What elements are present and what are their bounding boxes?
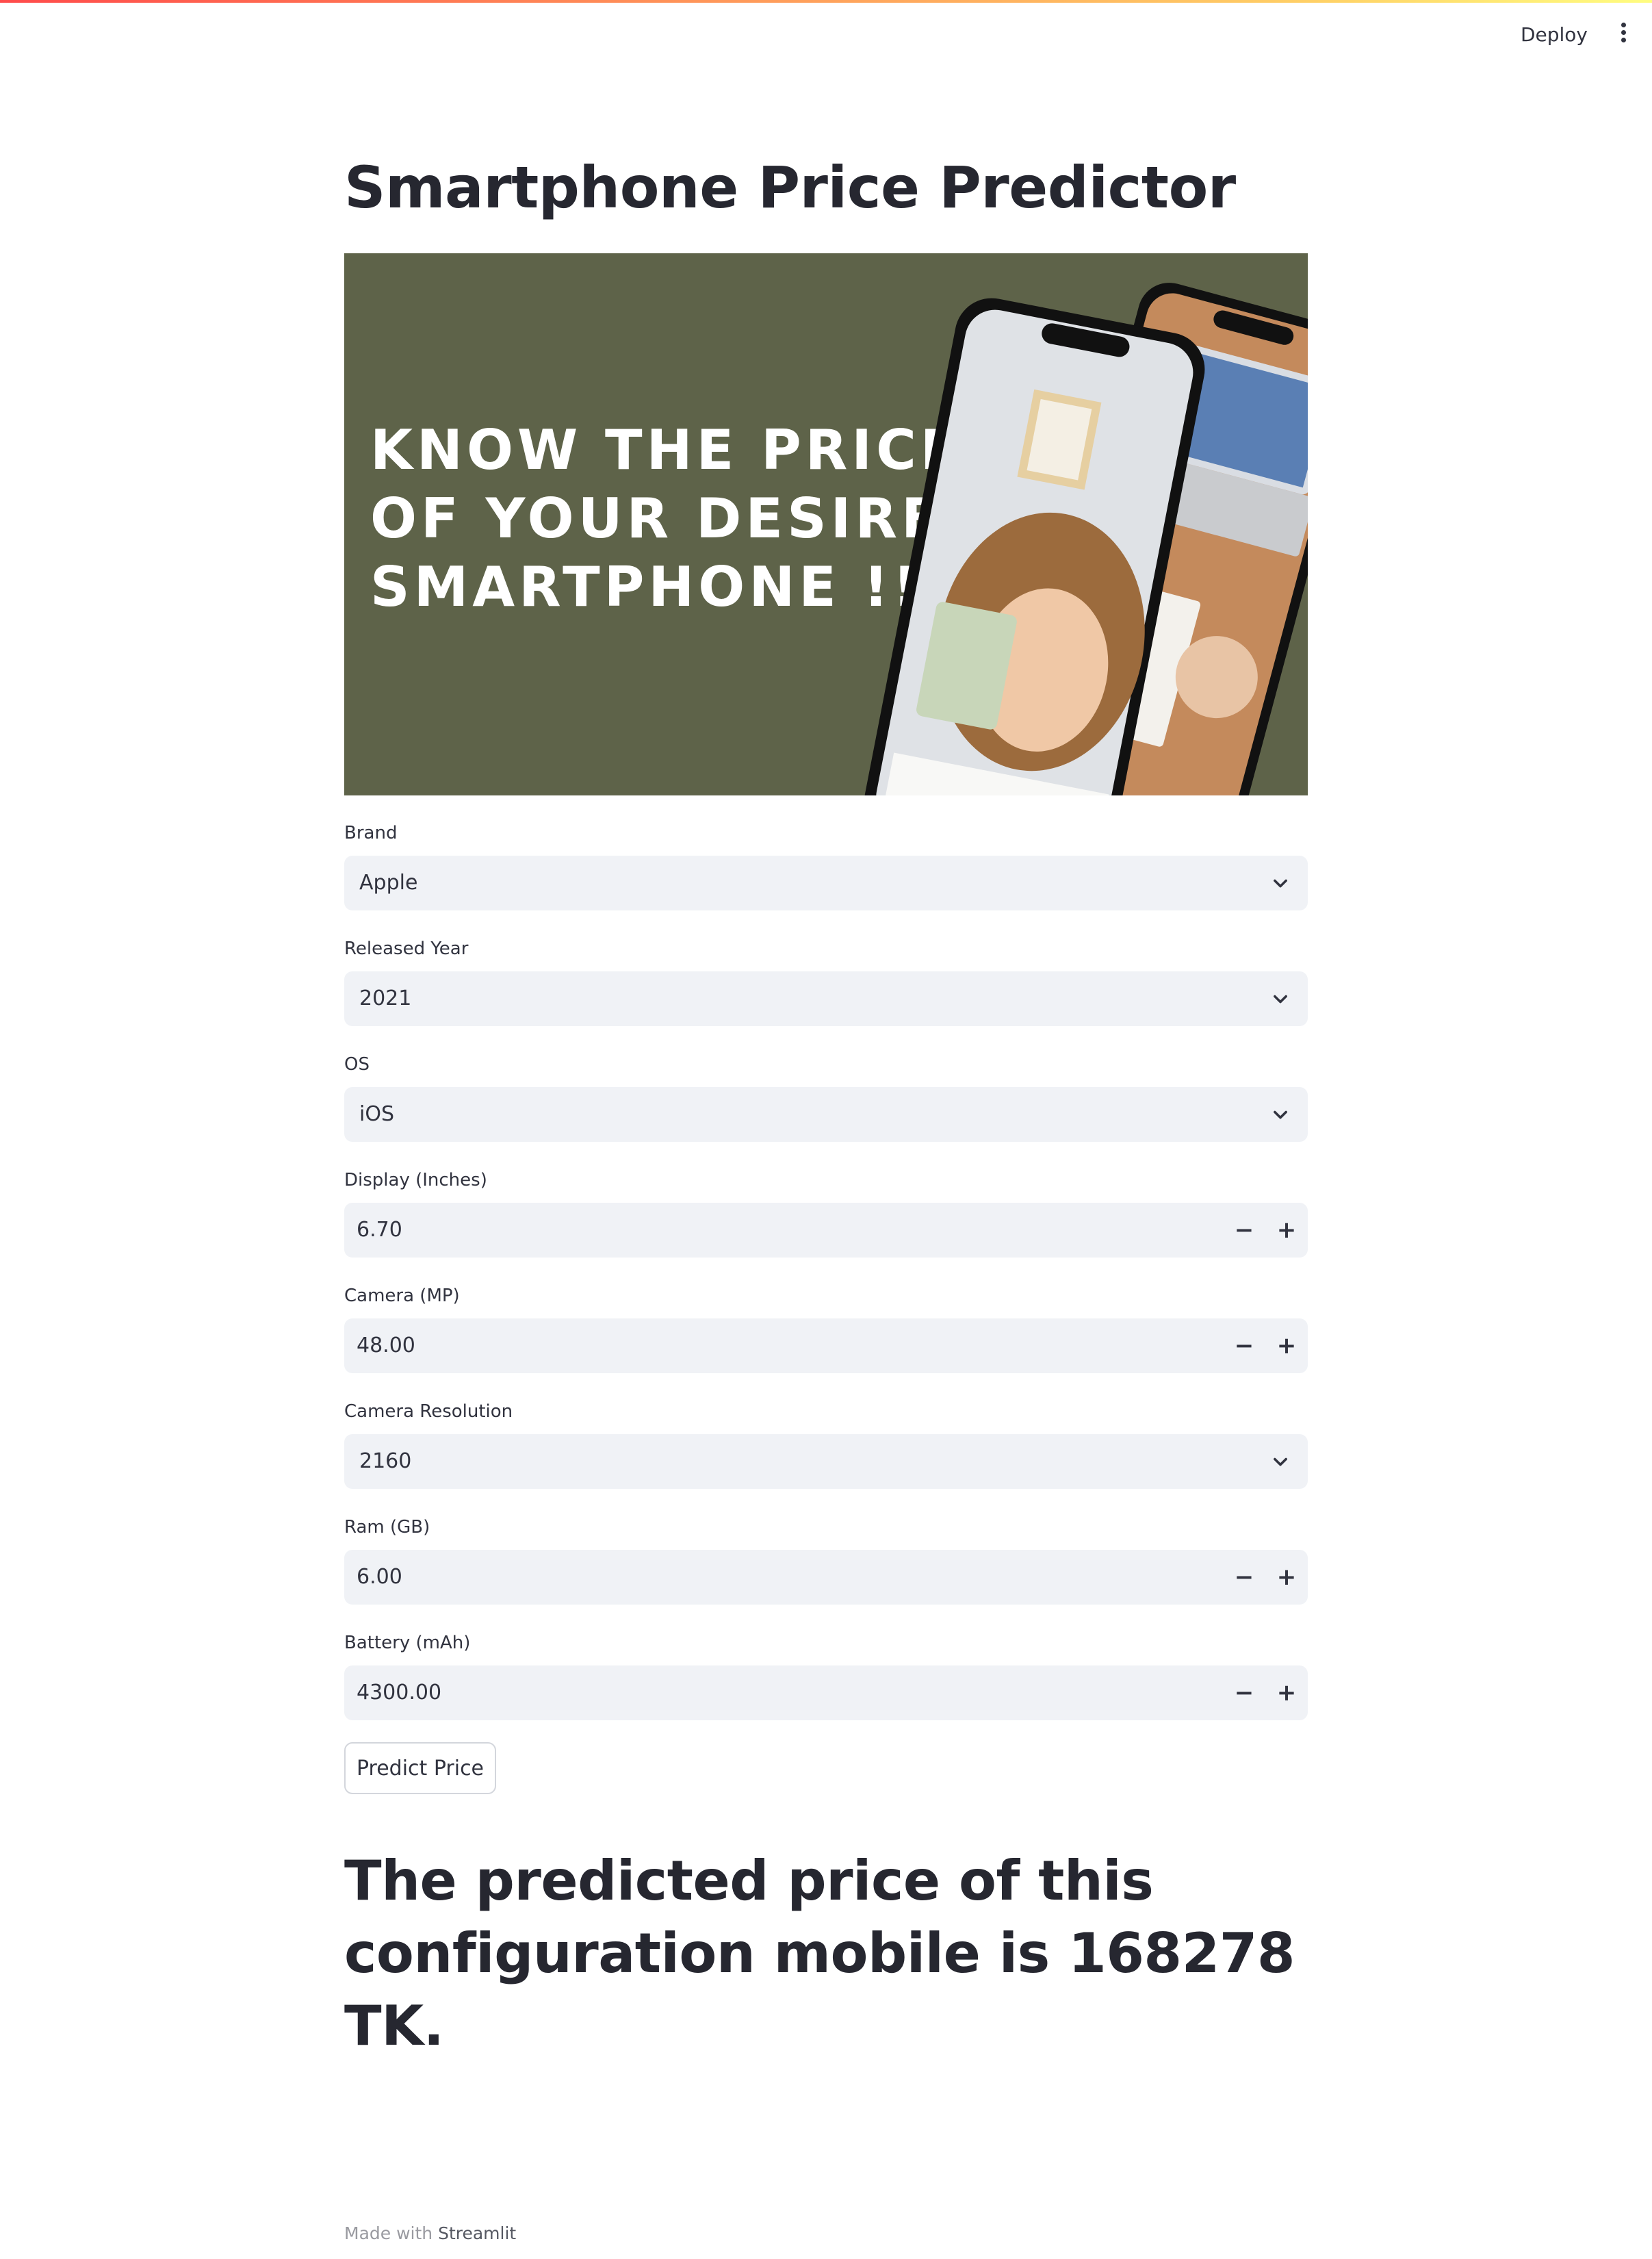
camera-mp-label: Camera (MP) xyxy=(344,1286,460,1306)
predict-price-button[interactable]: Predict Price xyxy=(344,1742,496,1794)
os-select[interactable]: iOS xyxy=(344,1087,1308,1142)
display-number-input: 6.70 − + xyxy=(344,1203,1308,1258)
phones-illustration xyxy=(864,283,1308,795)
brand-label: Brand xyxy=(344,823,398,843)
camera-mp-increment-button[interactable]: + xyxy=(1265,1318,1308,1373)
battery-increment-button[interactable]: + xyxy=(1265,1665,1308,1720)
display-input-value[interactable]: 6.70 xyxy=(357,1203,402,1258)
camera-mp-input-value[interactable]: 48.00 xyxy=(357,1318,415,1373)
battery-input-value[interactable]: 4300.00 xyxy=(357,1665,441,1720)
ram-input-value[interactable]: 6.00 xyxy=(357,1550,402,1605)
ram-label: Ram (GB) xyxy=(344,1517,430,1537)
battery-label: Battery (mAh) xyxy=(344,1633,471,1653)
vertical-dots-icon[interactable] xyxy=(1611,21,1636,48)
ram-increment-button[interactable]: + xyxy=(1265,1550,1308,1605)
released-year-selected-value: 2021 xyxy=(359,986,412,1010)
brand-select[interactable]: Apple xyxy=(344,856,1308,910)
hero-banner: KNOW THE PRICE OF YOUR DESIRED SMARTPHON… xyxy=(344,253,1308,795)
prediction-result-heading: The predicted price of this configuratio… xyxy=(344,1849,1295,2058)
footer-prefix: Made with xyxy=(344,2223,439,2243)
chevron-down-icon xyxy=(1274,1457,1287,1466)
footer: Made with Streamlit xyxy=(344,2223,516,2243)
streamlit-link[interactable]: Streamlit xyxy=(438,2223,516,2243)
camera-resolution-select[interactable]: 2160 xyxy=(344,1434,1308,1489)
os-label: OS xyxy=(344,1054,370,1075)
ram-number-input: 6.00 − + xyxy=(344,1550,1308,1605)
chevron-down-icon xyxy=(1274,879,1287,888)
page-title: Smartphone Price Predictor xyxy=(344,154,1236,221)
battery-number-input: 4300.00 − + xyxy=(344,1665,1308,1720)
brand-selected-value: Apple xyxy=(359,871,418,895)
battery-decrement-button[interactable]: − xyxy=(1223,1665,1265,1720)
os-selected-value: iOS xyxy=(359,1102,394,1126)
released-year-label: Released Year xyxy=(344,939,469,959)
display-decrement-button[interactable]: − xyxy=(1223,1203,1265,1258)
deploy-button[interactable]: Deploy xyxy=(1514,19,1595,51)
display-increment-button[interactable]: + xyxy=(1265,1203,1308,1258)
ram-decrement-button[interactable]: − xyxy=(1223,1550,1265,1605)
camera-mp-decrement-button[interactable]: − xyxy=(1223,1318,1265,1373)
camera-resolution-selected-value: 2160 xyxy=(359,1449,412,1473)
camera-mp-number-input: 48.00 − + xyxy=(344,1318,1308,1373)
chevron-down-icon xyxy=(1274,995,1287,1004)
camera-resolution-label: Camera Resolution xyxy=(344,1401,513,1422)
chevron-down-icon xyxy=(1274,1110,1287,1119)
app-header: Deploy xyxy=(0,3,1652,66)
released-year-select[interactable]: 2021 xyxy=(344,971,1308,1026)
display-label: Display (Inches) xyxy=(344,1170,487,1190)
